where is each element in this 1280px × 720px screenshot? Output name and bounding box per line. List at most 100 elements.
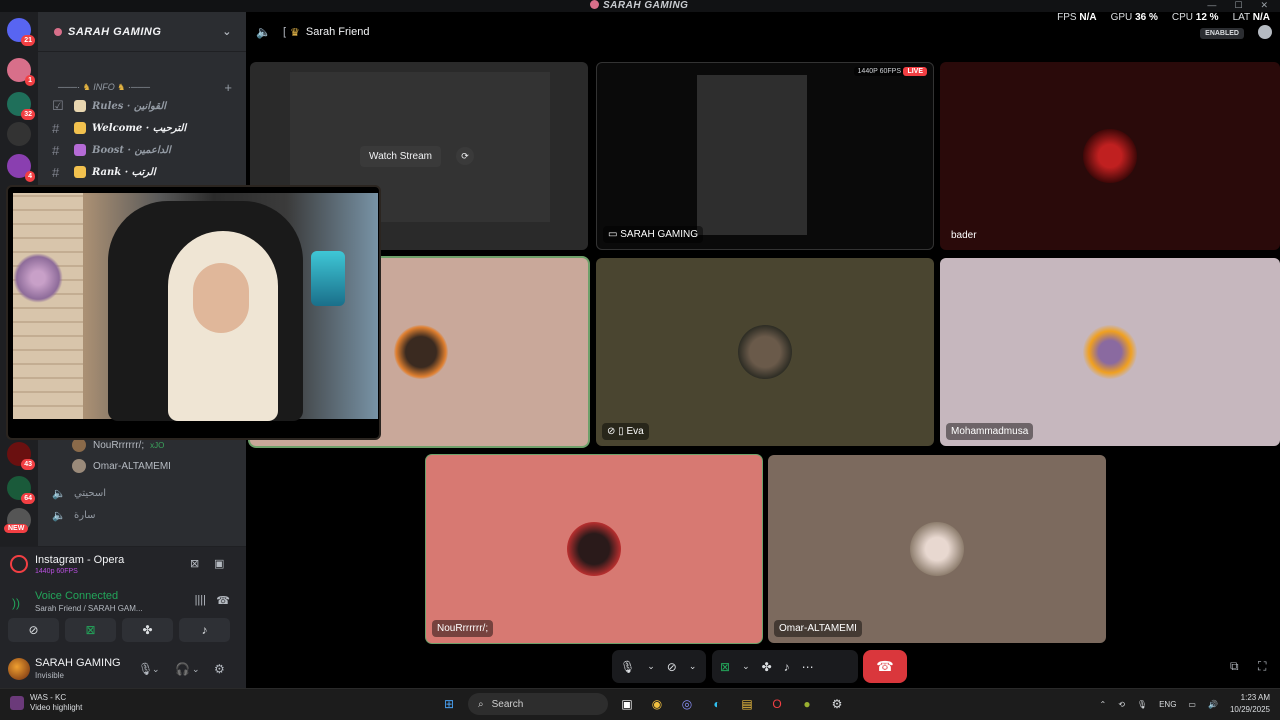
title-bar: SARAH GAMING — ☐ ✕ [0, 0, 1280, 12]
voice-user[interactable]: Omar-ALTAMEMI [72, 457, 171, 475]
hash-icon: # [52, 164, 60, 180]
webcam-overlay [6, 185, 381, 440]
microphone-icon[interactable]: 🎙 [138, 662, 153, 676]
server-icon[interactable]: 43 [7, 442, 35, 470]
call-channel-name: Sarah Friend [305, 26, 370, 38]
hash-icon: # [52, 142, 60, 158]
discord-icon[interactable]: ◎ [676, 693, 698, 715]
chevron-down-icon[interactable]: ⌄ [647, 661, 655, 672]
screen-share-button[interactable]: ⊠ [65, 618, 116, 642]
activities-icon[interactable]: ✤ [762, 660, 772, 674]
clock[interactable]: 1:23 AM 10/29/2025 [1230, 692, 1270, 716]
task-view-icon[interactable]: ▣ [616, 693, 638, 715]
app-icon[interactable]: ● [796, 693, 818, 715]
language-indicator[interactable]: ENG [1159, 700, 1176, 709]
server-icon[interactable] [7, 122, 31, 146]
noise-suppression-icon[interactable]: |||| [195, 594, 206, 606]
server-icon[interactable]: 4 [7, 154, 35, 182]
soundboard-button[interactable]: ♪ [179, 618, 230, 642]
home-icon[interactable]: 21 [7, 18, 35, 46]
watch-stream-button[interactable]: Watch Stream [360, 146, 441, 167]
volume-icon[interactable]: 🔊 [1208, 700, 1218, 709]
participant-label: ⊘ ▯ Eva [602, 423, 649, 440]
voice-channel[interactable]: 🔈 سارة [52, 506, 96, 524]
avatar[interactable] [8, 658, 30, 680]
game-icon [10, 696, 24, 710]
avatar [1083, 129, 1137, 183]
server-icon[interactable]: 32 [7, 92, 35, 120]
participant-tile-mohammadmusa[interactable]: Mohammadmusa [940, 258, 1280, 446]
microphone-icon[interactable]: 🎙 [1137, 700, 1147, 709]
channel-rules[interactable]: ☑ Rules · القوانين [52, 96, 232, 116]
popout-icon[interactable]: ⧉ [1230, 659, 1239, 674]
chevron-down-icon[interactable]: ⌄ [689, 661, 697, 672]
live-stream-tile[interactable]: 1440P 60FPS LIVE ▭ SARAH GAMING [596, 62, 934, 250]
bell-icon [74, 166, 86, 178]
stop-stream-icon[interactable]: ⊠ [190, 557, 204, 571]
hash-icon: # [52, 120, 60, 136]
participant-tile-nour[interactable]: NouRrrrrrr/; [426, 455, 762, 643]
camera-off-button[interactable]: ⊘ [8, 618, 59, 642]
camera-off-icon[interactable]: ⊘ [667, 660, 677, 674]
server-header[interactable]: SARAH GAMING ⌄ [38, 12, 246, 52]
voice-panel: )) Voice Connected Sarah Friend / SARAH … [0, 586, 246, 652]
chevron-down-icon[interactable]: ⌄ [192, 664, 200, 675]
sync-icon[interactable]: ⟲ [1118, 700, 1125, 709]
activities-button[interactable]: ✤ [122, 618, 173, 642]
chrome-icon[interactable]: ◉ [646, 693, 668, 715]
avatar [738, 325, 792, 379]
channel-welcome[interactable]: # Welcome · الترحيب [52, 118, 232, 138]
app-icon[interactable]: ⚙ [826, 693, 848, 715]
windows-start-icon[interactable]: ⊞ [438, 693, 460, 715]
maximize-icon[interactable]: ☐ [1234, 0, 1242, 11]
add-channel-icon[interactable]: + [224, 80, 232, 95]
voice-actions: ⊘ ⊠ ✤ ♪ [8, 618, 230, 642]
emoji-icon [74, 122, 86, 134]
taskbar-search[interactable]: ⌕ Search [468, 693, 608, 715]
system-tray: ⌃ ⟲ 🎙 ENG ▭ 🔊 1:23 AM 10/29/2025 [1100, 692, 1270, 716]
chevron-down-icon[interactable]: ⌄ [742, 661, 750, 672]
chat-bubble-icon[interactable] [1258, 25, 1272, 39]
chevron-down-icon[interactable]: ⌄ [152, 664, 160, 675]
server-icon[interactable]: 64 [7, 476, 35, 504]
folder-icon[interactable]: ▤ [736, 693, 758, 715]
taskbar-notification[interactable]: WAS - KC Video highlight [10, 693, 82, 713]
opera-icon[interactable]: O [766, 693, 788, 715]
minimize-icon[interactable]: — [1207, 0, 1216, 11]
fullscreen-icon[interactable]: ⛶ [1258, 659, 1266, 674]
screen-icon: ▭ [608, 229, 621, 240]
edge-icon[interactable]: ◐ [706, 693, 728, 715]
disconnect-icon[interactable]: ☎ [216, 594, 230, 607]
emoji-icon [74, 144, 86, 156]
channel-rank[interactable]: # Rank · الرتب [52, 162, 232, 182]
participant-tile-bader[interactable]: bader [940, 62, 1280, 250]
close-icon[interactable]: ✕ [1260, 0, 1268, 11]
more-icon[interactable]: ⋯ [802, 660, 814, 674]
speaker-icon: 🔈 [256, 25, 271, 39]
crown-icon: ♛ [290, 26, 300, 39]
gear-icon[interactable]: ⚙ [214, 662, 225, 676]
network-icon[interactable]: ▭ [1188, 700, 1196, 709]
user-panel: SARAH GAMING Invisible 🎙 ⌄ 🎧 ⌄ ⚙ [0, 652, 246, 688]
live-badge: LIVE [903, 67, 927, 76]
channel-boost[interactable]: # Boost · الداعمين [52, 140, 232, 160]
stream-settings-icon[interactable]: ▣ [214, 557, 228, 571]
participant-tile-omar[interactable]: Omar-ALTAMEMI [768, 455, 1106, 643]
chevron-down-icon[interactable]: ⌄ [222, 25, 232, 38]
voice-connected-status[interactable]: Voice Connected [35, 590, 118, 602]
microphone-icon[interactable]: 🎙 [620, 660, 635, 674]
participant-tile-eva[interactable]: ⊘ ▯ Eva [596, 258, 934, 446]
voice-channel[interactable]: 🔈 اسحيتي [52, 484, 106, 502]
popout-icon[interactable]: ⟳ [456, 147, 474, 165]
enabled-badge: ENABLED [1200, 28, 1244, 39]
screen-share-icon[interactable]: ⊠ [720, 660, 730, 674]
category-header[interactable]: ───· ♞ INFO ♞ ·─── [58, 82, 150, 93]
avatar [394, 325, 448, 379]
avatar [72, 438, 86, 452]
disconnect-button[interactable]: ☎ [863, 650, 907, 683]
headphones-icon[interactable]: 🎧 [175, 662, 190, 676]
soundboard-icon[interactable]: ♪ [784, 660, 790, 674]
app-window: SARAH GAMING — ☐ ✕ 21 1 32 4 43 64 NEW S… [0, 0, 1280, 720]
server-icon[interactable]: 1 [7, 58, 35, 86]
chevron-up-icon[interactable]: ⌃ [1100, 700, 1107, 709]
